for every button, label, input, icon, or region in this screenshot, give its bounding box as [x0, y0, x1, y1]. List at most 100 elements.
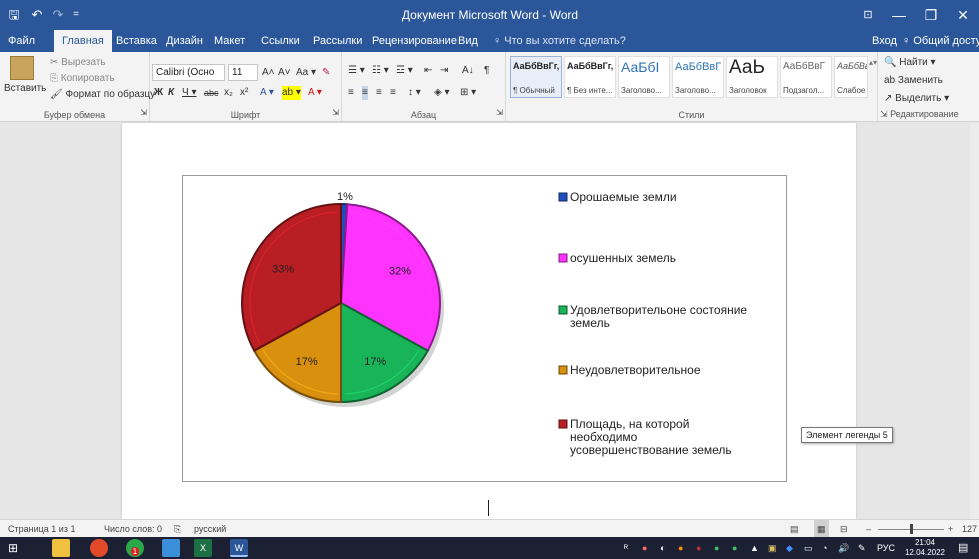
legend-entry-3[interactable]: Удовлетворительоне состояние	[570, 303, 747, 317]
notifications-icon[interactable]: ▤	[958, 537, 968, 559]
legend-swatch-3[interactable]	[558, 305, 568, 315]
style-subtitle[interactable]: АаБбВвГ Подзагол...	[780, 56, 832, 98]
tray-icon[interactable]: ●	[678, 537, 683, 559]
excel-icon[interactable]: X	[194, 539, 212, 557]
save-icon[interactable]: 🖫	[6, 5, 22, 25]
underline-button[interactable]: Ч ▾	[182, 86, 196, 100]
sort-icon[interactable]: A↓	[462, 64, 474, 78]
legend-entry-5[interactable]: необходимо	[570, 430, 638, 444]
pie-chart[interactable]: 1% 32% 17% 17% 33% Орошаемые земли осушенных з…	[183, 176, 788, 483]
tab-design[interactable]: Дизайн	[166, 30, 203, 52]
data-label-2[interactable]: 32%	[389, 266, 411, 278]
zoom-slider-thumb[interactable]	[910, 524, 913, 534]
tell-me-search[interactable]: ♀ Что вы хотите сделать?	[493, 30, 626, 52]
ribbon-display-options-icon[interactable]: ⊡	[853, 0, 883, 30]
volume-icon[interactable]: 🔊	[838, 537, 849, 559]
align-left-icon[interactable]: ≡	[348, 86, 354, 100]
zoom-level[interactable]: 127	[962, 520, 977, 538]
file-explorer-icon[interactable]	[52, 539, 70, 557]
tray-icon[interactable]: ▣	[768, 537, 777, 559]
style-no-spacing[interactable]: АаБбВвГг, ¶ Без инте...	[564, 56, 616, 98]
chart-area[interactable]: 1% 32% 17% 17% 33% Орошаемые земли осушенных з…	[182, 175, 787, 482]
pen-icon[interactable]: ✎	[858, 537, 866, 559]
legend-entry-3[interactable]: земель	[570, 316, 610, 330]
borders-icon[interactable]: ⊞ ▾	[460, 86, 476, 100]
close-button[interactable]: ✕	[947, 0, 979, 30]
tray-icon[interactable]: ●	[642, 537, 647, 559]
customize-toolbar-icon[interactable]: =	[70, 5, 82, 25]
tab-file[interactable]: Файл	[8, 30, 35, 52]
tray-icon[interactable]: ●	[732, 537, 737, 559]
subscript-button[interactable]: x₂	[224, 86, 233, 100]
print-layout-icon[interactable]: ▦	[814, 520, 829, 538]
document-page[interactable]: 1% 32% 17% 17% 33% Орошаемые земли осушенных з…	[122, 123, 856, 519]
style-title[interactable]: АаЬ Заголовок	[726, 56, 778, 98]
maximize-button[interactable]: ❐	[915, 0, 947, 30]
chrome-icon[interactable]	[90, 539, 108, 557]
styles-launcher-icon[interactable]: ⇲	[880, 109, 888, 119]
proofing-icon[interactable]: ⎘	[174, 520, 181, 538]
read-mode-icon[interactable]: ▤	[790, 520, 799, 538]
legend-entry-5[interactable]: Площадь, на которой	[570, 417, 689, 431]
web-layout-icon[interactable]: ⊟	[840, 520, 848, 538]
undo-icon[interactable]: ↶	[28, 5, 46, 25]
legend-swatch-2[interactable]	[558, 253, 568, 263]
format-painter-button[interactable]: 🖌 Формат по образцу	[50, 88, 155, 102]
sign-in-link[interactable]: Вход	[872, 30, 897, 52]
numbering-icon[interactable]: ☷ ▾	[372, 64, 389, 78]
copy-button[interactable]: ⎘ Копировать	[50, 72, 115, 86]
change-case-icon[interactable]: Aa ▾	[296, 66, 316, 80]
data-label-4[interactable]: 17%	[296, 356, 318, 368]
battery-icon[interactable]: ▭	[804, 537, 813, 559]
superscript-button[interactable]: x²	[240, 86, 248, 100]
increase-indent-icon[interactable]: ⇥	[440, 64, 448, 78]
paste-button[interactable]: Вставить	[4, 82, 46, 96]
bold-button[interactable]: Ж	[154, 86, 163, 100]
highlight-color-icon[interactable]: ab ▾	[282, 86, 301, 100]
language-indicator[interactable]: русский	[194, 520, 226, 538]
word-icon[interactable]: W	[230, 539, 248, 557]
legend-entry-1[interactable]: Орошаемые земли	[570, 190, 677, 204]
tab-home[interactable]: Главная	[54, 30, 112, 52]
replace-button[interactable]: ab Заменить	[884, 74, 943, 88]
style-heading-2[interactable]: АаБбВвГ Заголово...	[672, 56, 724, 98]
grow-font-icon[interactable]: A˄	[262, 66, 275, 80]
shrink-font-icon[interactable]: A˅	[278, 66, 291, 80]
find-button[interactable]: 🔍 Найти ▾	[884, 56, 936, 70]
paragraph-launcher-icon[interactable]: ⇲	[496, 106, 503, 120]
legend-swatch-5[interactable]	[558, 419, 568, 429]
style-subtle-emphasis[interactable]: АаБбВвГг Слабое в...	[834, 56, 868, 98]
font-name-box[interactable]: Calibri (Осно	[152, 64, 225, 81]
start-icon[interactable]: ⊞	[4, 539, 22, 557]
data-label-1[interactable]: 1%	[337, 191, 353, 203]
network-icon[interactable]: ◔	[822, 537, 827, 559]
decrease-indent-icon[interactable]: ⇤	[424, 64, 432, 78]
legend-swatch-1[interactable]	[558, 192, 568, 202]
multilevel-list-icon[interactable]: ☲ ▾	[396, 64, 413, 78]
tab-insert[interactable]: Вставка	[116, 30, 157, 52]
clipboard-launcher-icon[interactable]: ⇲	[140, 106, 147, 120]
minimize-button[interactable]: —	[883, 0, 915, 30]
legend-entry-2[interactable]: осушенных земель	[570, 251, 676, 265]
style-normal[interactable]: АаБбВвГг, ¶ Обычный	[510, 56, 562, 98]
app-icon[interactable]	[162, 539, 180, 557]
input-language[interactable]: РУС	[877, 537, 895, 559]
data-label-5[interactable]: 33%	[272, 264, 294, 276]
page-count[interactable]: Страница 1 из 1	[8, 520, 75, 538]
bullets-icon[interactable]: ☰ ▾	[348, 64, 365, 78]
tab-mailings[interactable]: Рассылки	[313, 30, 362, 52]
select-button[interactable]: ↗ Выделить ▾	[884, 92, 949, 106]
styles-scroll-icon[interactable]: ▴▾	[869, 56, 877, 70]
line-spacing-icon[interactable]: ↕ ▾	[408, 86, 421, 100]
share-button[interactable]: ♀ Общий доступ	[902, 30, 979, 52]
cut-button[interactable]: ✂ Вырезать	[50, 56, 106, 70]
data-label-3[interactable]: 17%	[364, 356, 386, 368]
font-color-icon[interactable]: A ▾	[308, 86, 322, 100]
shading-icon[interactable]: ◈ ▾	[434, 86, 450, 100]
tab-references[interactable]: Ссылки	[261, 30, 300, 52]
style-heading-1[interactable]: АаБбI Заголово...	[618, 56, 670, 98]
tray-icon[interactable]: ●	[696, 537, 701, 559]
legend-entry-4[interactable]: Неудовлетворительное	[570, 363, 701, 377]
redo-icon[interactable]: ↷	[50, 5, 66, 25]
tray-icon[interactable]: ▲	[750, 537, 759, 559]
